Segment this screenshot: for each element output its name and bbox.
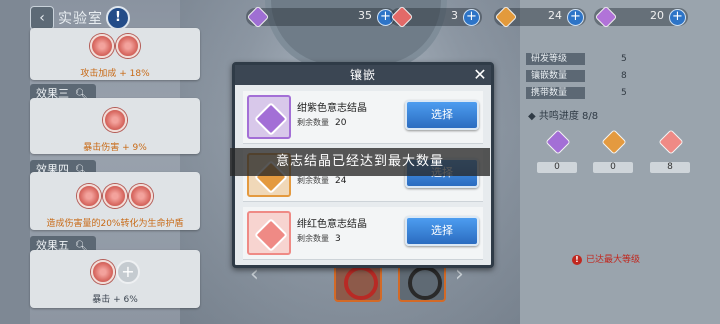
red-gem-icon[interactable] (91, 260, 115, 284)
toast-message: 意志结晶已经达到最大数量 (230, 148, 490, 176)
info-value: 8 (621, 71, 627, 81)
count-label: 剩余数量 (297, 118, 329, 127)
resonance-count: 0 (537, 162, 577, 173)
resonance-count: 8 (650, 162, 690, 173)
info-label: 携带数量 (526, 87, 585, 99)
resource-violet: 20 + (594, 5, 688, 29)
crystal-row: 绯红色意志结晶 剩余数量 3 选择 (243, 207, 483, 260)
info-row-inlay: 镶嵌数量 8 (526, 70, 681, 82)
effect-panel-3: 暴击伤害 + 9% (30, 98, 200, 154)
resource-value: 20 (650, 9, 664, 22)
gem-slots: + (30, 260, 200, 288)
page-title: 实验室 (58, 11, 103, 27)
effect-panel-5: + 暴击 + 6% (30, 250, 200, 308)
select-button[interactable]: 选择 (405, 216, 479, 246)
back-button[interactable]: ‹ (30, 6, 54, 30)
red-gem-icon[interactable] (90, 34, 114, 58)
background-left-wall (0, 0, 30, 324)
crystal-name: 绯红色意志结晶 (297, 219, 367, 230)
red-crystal-icon (247, 211, 291, 255)
equipment-icon (344, 266, 378, 300)
info-label: 镶嵌数量 (526, 70, 585, 82)
effect-text: 造成伤害量的20%转化为生命护盾 (46, 219, 184, 229)
crystal-row: 绀紫色意志结晶 剩余数量 20 选择 (243, 91, 483, 144)
effect-panel-2: 攻击加成 + 18% (30, 28, 200, 80)
resource-red: 3 + (390, 5, 482, 29)
resonance-label: 共鸣进度 8/8 (538, 111, 599, 122)
count-label: 剩余数量 (297, 176, 329, 185)
count-value: 24 (335, 176, 347, 186)
info-row-level: 研发等级 5 (526, 53, 681, 65)
red-gem-icon[interactable] (129, 184, 153, 208)
gem-slots (30, 34, 200, 62)
count-label: 剩余数量 (297, 234, 329, 243)
gem-slots (30, 184, 200, 212)
crystal-count: 剩余数量 20 (297, 117, 346, 128)
add-resource-button[interactable]: + (669, 9, 686, 26)
max-level-notice: ! 已达最大等级 (572, 252, 640, 265)
effect-text: 暴击 + 6% (92, 295, 138, 305)
purple-crystal-icon (246, 5, 270, 29)
add-resource-button[interactable]: + (463, 9, 480, 26)
gem-slots (30, 108, 200, 136)
resource-orange: 24 + (494, 5, 586, 29)
info-row-carry: 携带数量 5 (526, 87, 681, 99)
effect-text: 暴击伤害 + 9% (83, 143, 147, 153)
add-resource-button[interactable]: + (567, 9, 584, 26)
crystal-count: 剩余数量 24 (297, 175, 346, 186)
add-slot-icon[interactable]: + (116, 260, 140, 284)
resource-value: 35 (358, 9, 372, 22)
info-value: 5 (621, 54, 627, 64)
red-gem-icon[interactable] (103, 108, 127, 132)
resource-value: 24 (548, 9, 562, 22)
info-value: 5 (621, 88, 627, 98)
close-icon[interactable]: ✕ (471, 66, 489, 84)
select-button[interactable]: 选择 (405, 100, 479, 130)
red-gem-icon[interactable] (103, 184, 127, 208)
resonance-count: 0 (593, 162, 633, 173)
resource-purple: 35 + (246, 5, 396, 29)
dialog-title: 镶嵌 (235, 65, 491, 85)
resonance-progress: ◆ 共鸣进度 8/8 (528, 111, 599, 122)
effect-panel-4: 造成伤害量的20%转化为生命护盾 (30, 172, 200, 230)
violet-crystal-icon (594, 5, 618, 29)
count-value: 3 (335, 234, 341, 244)
red-gem-icon[interactable] (116, 34, 140, 58)
crystal-count: 剩余数量 3 (297, 233, 341, 244)
info-label: 研发等级 (526, 53, 585, 65)
max-level-text: 已达最大等级 (586, 255, 641, 265)
resource-value: 3 (451, 9, 458, 22)
effect-text: 攻击加成 + 18% (80, 69, 150, 79)
red-gem-icon[interactable] (77, 184, 101, 208)
crystal-name: 绀紫色意志结晶 (297, 103, 367, 114)
alert-icon: ! (572, 255, 582, 265)
count-value: 20 (335, 118, 347, 128)
crystal-gem (254, 102, 288, 136)
orange-crystal-icon (494, 5, 518, 29)
crystal-gem (254, 218, 288, 252)
ring-icon (408, 266, 442, 300)
purple-crystal-icon (247, 95, 291, 139)
help-button[interactable]: ! (106, 6, 130, 30)
red-crystal-icon (390, 5, 414, 29)
